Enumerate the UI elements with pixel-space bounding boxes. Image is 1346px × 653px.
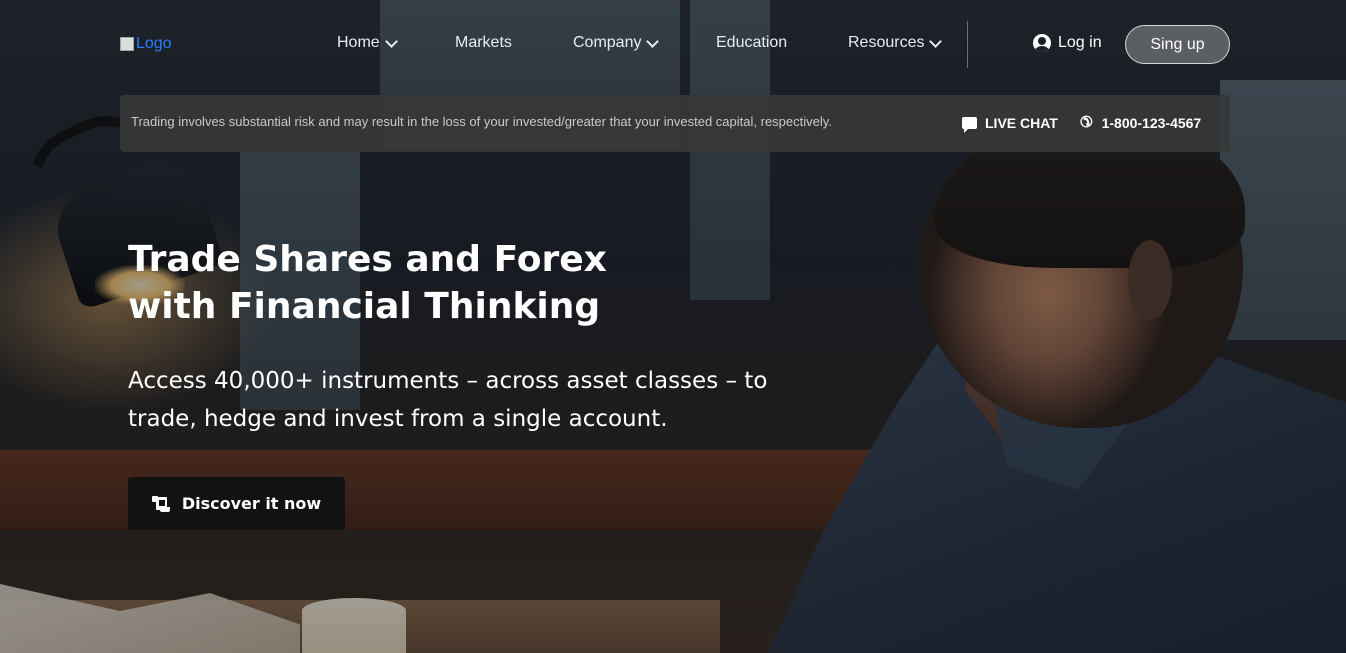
nav-education-label: Education — [716, 34, 788, 51]
chevron-down-icon — [384, 34, 398, 48]
logo-link[interactable]: Logo — [120, 35, 172, 53]
broken-image-icon — [120, 37, 134, 51]
chevron-down-icon — [646, 34, 660, 48]
nav-resources[interactable]: Resources — [848, 34, 943, 52]
live-chat-label: LIVE CHAT — [985, 115, 1058, 131]
signup-button[interactable]: Sing up — [1125, 25, 1230, 64]
logo-alt-text: Logo — [136, 35, 172, 52]
phone-icon: ✆ — [1080, 114, 1093, 131]
login-label: Log in — [1058, 34, 1102, 51]
phone-link[interactable]: ✆ 1-800-123-4567 — [1080, 114, 1202, 131]
nav-company[interactable]: Company — [573, 34, 660, 52]
chevron-down-icon — [929, 34, 943, 48]
nav-resources-label: Resources — [848, 34, 925, 51]
scroll-icon — [151, 495, 170, 512]
risk-info-bar: Trading involves substantial risk and ma… — [120, 95, 1230, 152]
live-chat-link[interactable]: LIVE CHAT — [962, 115, 1058, 133]
discover-button[interactable]: Discover it now — [128, 477, 345, 530]
hero-title: Trade Shares and Forex with Financial Th… — [128, 239, 607, 327]
discover-button-label: Discover it now — [181, 494, 322, 513]
phone-number: 1-800-123-4567 — [1101, 115, 1202, 131]
nav-education[interactable]: Education — [716, 34, 787, 52]
chat-bubble-icon — [962, 117, 977, 133]
nav-home-label: Home — [337, 34, 380, 51]
nav-markets-label: Markets — [455, 34, 512, 51]
nav-markets[interactable]: Markets — [455, 34, 512, 52]
hero-subtitle: Access 40,000+ instruments – across asse… — [128, 368, 768, 432]
user-circle-icon — [1033, 34, 1051, 52]
risk-warning-text: Trading involves substantial risk and ma… — [131, 114, 832, 129]
login-link[interactable]: Log in — [1033, 34, 1102, 52]
nav-company-label: Company — [573, 34, 642, 51]
header-divider — [967, 21, 968, 68]
nav-home[interactable]: Home — [337, 34, 398, 52]
